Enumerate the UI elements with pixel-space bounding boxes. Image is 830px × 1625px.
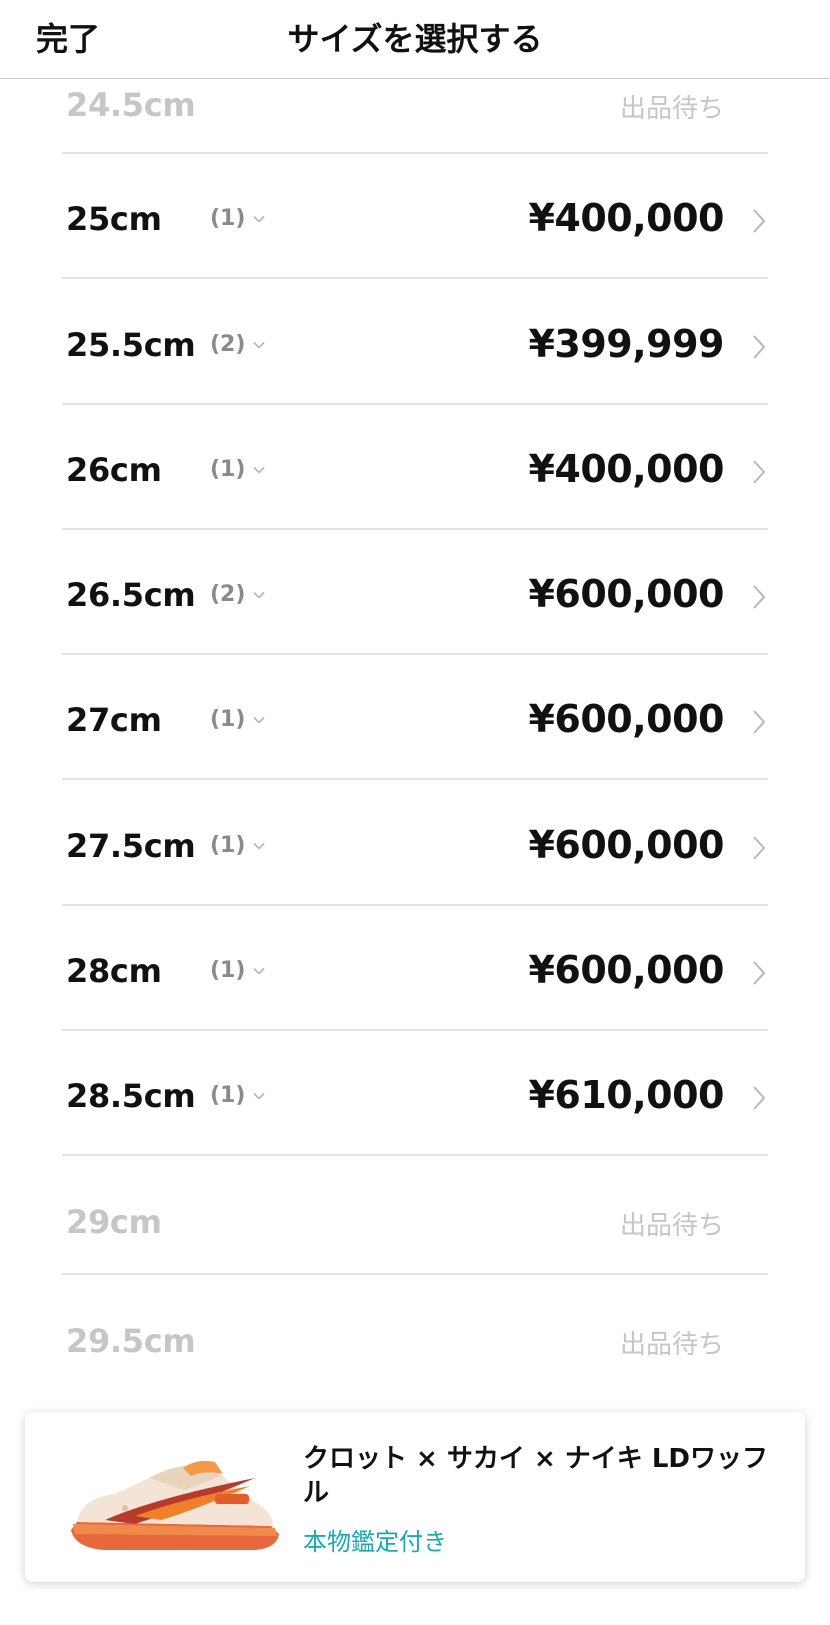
listing-count: (1)	[210, 206, 246, 231]
price: ¥600,000	[528, 948, 724, 992]
price: ¥400,000	[528, 196, 724, 240]
size-label: 26cm	[66, 451, 162, 489]
row-divider	[62, 403, 768, 405]
authenticity-badge: 本物鑑定付き	[303, 1528, 447, 1556]
chevron-down-icon	[253, 215, 265, 223]
row-divider	[62, 1029, 768, 1031]
listing-count-toggle[interactable]: (1)	[210, 206, 265, 231]
size-label: 25.5cm	[66, 326, 196, 364]
listing-count: (1)	[210, 707, 246, 732]
status-text: 出品待ち	[619, 94, 724, 124]
size-label: 28cm	[66, 952, 162, 990]
size-label: 26.5cm	[66, 576, 196, 614]
size-label: 29cm	[66, 1203, 162, 1241]
size-row[interactable]: 28cm (1) ¥600,000	[62, 944, 768, 1004]
listing-count: (2)	[210, 332, 246, 357]
size-label: 24.5cm	[66, 86, 196, 124]
size-row[interactable]: 27.5cm (1) ¥600,000	[62, 819, 768, 879]
chevron-right-icon	[753, 585, 766, 609]
price: ¥600,000	[528, 572, 724, 616]
chevron-right-icon	[753, 710, 766, 734]
size-label: 28.5cm	[66, 1077, 196, 1115]
listing-count: (2)	[210, 582, 246, 607]
size-row: 29cm 出品待ち	[62, 1195, 768, 1255]
listing-count-toggle[interactable]: (1)	[210, 707, 265, 732]
chevron-right-icon	[753, 836, 766, 860]
product-card[interactable]: クロット × サカイ × ナイキ LDワッフル 本物鑑定付き	[25, 1412, 805, 1582]
chevron-down-icon	[253, 1092, 265, 1100]
listing-count: (1)	[210, 457, 246, 482]
chevron-right-icon	[753, 335, 766, 359]
status-text: 出品待ち	[619, 1330, 724, 1360]
chevron-right-icon	[753, 460, 766, 484]
size-row[interactable]: 27cm (1) ¥600,000	[62, 693, 768, 753]
price: ¥399,999	[528, 322, 724, 366]
size-row[interactable]: 26cm (1) ¥400,000	[62, 443, 768, 503]
header-bar: 完了 サイズを選択する	[0, 0, 830, 79]
size-row[interactable]: 25cm (1) ¥400,000	[62, 192, 768, 252]
row-divider	[62, 653, 768, 655]
size-label: 25cm	[66, 200, 162, 238]
size-label: 27cm	[66, 701, 162, 739]
chevron-right-icon	[753, 961, 766, 985]
row-divider	[62, 528, 768, 530]
chevron-right-icon	[753, 209, 766, 233]
listing-count-toggle[interactable]: (1)	[210, 833, 265, 858]
row-divider	[62, 277, 768, 279]
listing-count-toggle[interactable]: (2)	[210, 332, 265, 357]
chevron-down-icon	[253, 341, 265, 349]
size-label: 29.5cm	[66, 1322, 196, 1360]
price: ¥600,000	[528, 697, 724, 741]
row-divider	[62, 904, 768, 906]
listing-count-toggle[interactable]: (1)	[210, 457, 265, 482]
size-row[interactable]: 25.5cm (2) ¥399,999	[62, 318, 768, 378]
listing-count-toggle[interactable]: (2)	[210, 582, 265, 607]
chevron-down-icon	[253, 466, 265, 474]
listing-count: (1)	[210, 833, 246, 858]
sneaker-image	[71, 1460, 279, 1550]
listing-count-toggle[interactable]: (1)	[210, 958, 265, 983]
size-row: 29.5cm 出品待ち	[62, 1314, 768, 1374]
size-row[interactable]: 28.5cm (1) ¥610,000	[62, 1069, 768, 1129]
size-row: 24.5cm 出品待ち	[62, 78, 768, 138]
chevron-right-icon	[753, 1086, 766, 1110]
listing-count-toggle[interactable]: (1)	[210, 1083, 265, 1108]
chevron-down-icon	[253, 591, 265, 599]
page-title: サイズを選択する	[287, 20, 543, 58]
row-divider	[62, 1154, 768, 1156]
size-label: 27.5cm	[66, 827, 196, 865]
price: ¥610,000	[528, 1073, 724, 1117]
size-row[interactable]: 26.5cm (2) ¥600,000	[62, 568, 768, 628]
price: ¥600,000	[528, 823, 724, 867]
listing-count: (1)	[210, 958, 246, 983]
status-text: 出品待ち	[619, 1211, 724, 1241]
row-divider	[62, 152, 768, 154]
row-divider	[62, 1273, 768, 1275]
listing-count: (1)	[210, 1083, 246, 1108]
row-divider	[62, 778, 768, 780]
chevron-down-icon	[253, 842, 265, 850]
price: ¥400,000	[528, 447, 724, 491]
chevron-down-icon	[253, 967, 265, 975]
product-name: クロット × サカイ × ナイキ LDワッフル	[303, 1444, 768, 1508]
chevron-down-icon	[253, 716, 265, 724]
